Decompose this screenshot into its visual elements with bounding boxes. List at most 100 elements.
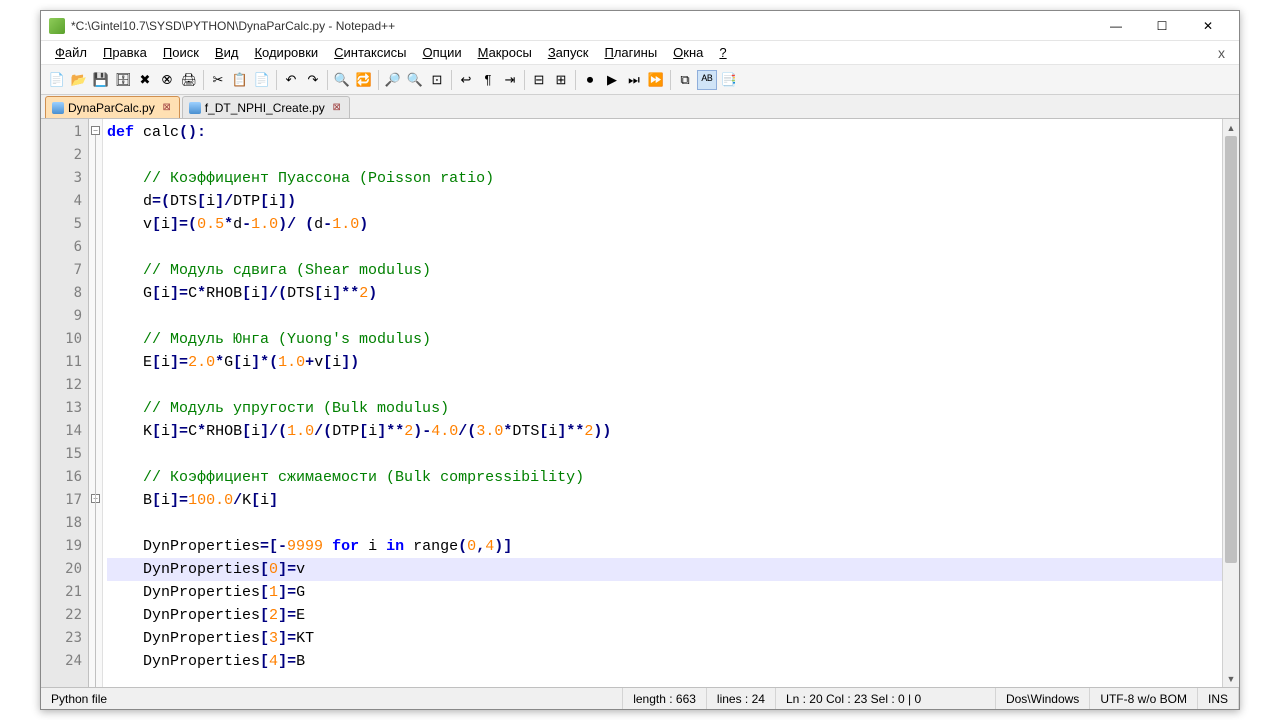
allchars-button[interactable]: ¶ [478,70,498,90]
undo-button[interactable]: ↶ [281,70,301,90]
window-buttons: — ☐ ✕ [1093,11,1231,41]
maximize-button[interactable]: ☐ [1139,11,1185,41]
print-button[interactable]: 🖨 [179,70,199,90]
toolbar-separator [670,70,671,90]
scroll-down-button[interactable]: ▼ [1223,670,1239,687]
fwd-button[interactable]: ⏩ [646,70,666,90]
paste-button[interactable]: 📄 [252,70,272,90]
scroll-thumb[interactable] [1225,136,1237,563]
tab-close-icon[interactable]: ⊠ [331,102,343,114]
closeall-button[interactable]: ⮿ [157,70,177,90]
tab-f_DT_NPHI_Create.py[interactable]: f_DT_NPHI_Create.py⊠ [182,96,350,118]
code-line[interactable]: // Коэффициент сжимаемости (Bulk compres… [107,466,1222,489]
code-line[interactable]: B[i]=100.0/K[i] [107,489,1222,512]
wrap-button[interactable]: ↩ [456,70,476,90]
code-line[interactable]: DynProperties[1]=G [107,581,1222,604]
code-line[interactable]: // Модуль сдвига (Shear modulus) [107,259,1222,282]
menubar-close-icon[interactable]: x [1210,45,1233,61]
toolbar-separator [203,70,204,90]
code-line[interactable]: E[i]=2.0*G[i]*(1.0+v[i]) [107,351,1222,374]
doc-button[interactable]: 📑 [719,70,739,90]
close-button[interactable]: ✕ [1185,11,1231,41]
indent-button[interactable]: ⇥ [500,70,520,90]
app-window: *C:\Gintel10.7\SYSD\PYTHON\DynaParCalc.p… [40,10,1240,710]
replace-button[interactable]: 🔁 [354,70,374,90]
code-line[interactable]: // Модуль Юнга (Yuong's modulus) [107,328,1222,351]
code-line[interactable] [107,305,1222,328]
menu-вид[interactable]: Вид [207,43,247,62]
menu-синтаксисы[interactable]: Синтаксисы [326,43,414,62]
code-line[interactable] [107,374,1222,397]
menu-запуск[interactable]: Запуск [540,43,597,62]
app-icon [49,18,65,34]
zoomin-button[interactable]: 🔎 [383,70,403,90]
menu-плагины[interactable]: Плагины [596,43,665,62]
toolbar-separator [276,70,277,90]
status-position: Ln : 20 Col : 23 Sel : 0 | 0 [776,688,996,709]
save-button[interactable]: 💾 [91,70,111,90]
statusbar: Python file length : 663 lines : 24 Ln :… [41,687,1239,709]
code-line[interactable] [107,144,1222,167]
code-line[interactable]: DynProperties=[-9999 for i in range(0,4)… [107,535,1222,558]
menu-кодировки[interactable]: Кодировки [246,43,326,62]
saveall-button[interactable]: 🗄 [113,70,133,90]
redo-button[interactable]: ↷ [303,70,323,90]
code-line[interactable]: G[i]=C*RHOB[i]/(DTS[i]**2) [107,282,1222,305]
menu-?[interactable]: ? [711,43,734,62]
rec-button[interactable]: ⏺ [580,70,600,90]
code-line[interactable]: v[i]=(0.5*d-1.0)/ (d-1.0) [107,213,1222,236]
menu-правка[interactable]: Правка [95,43,155,62]
tab-close-icon[interactable]: ⊠ [161,102,173,114]
menu-файл[interactable]: Файл [47,43,95,62]
toolbar-separator [575,70,576,90]
code-line[interactable]: def calc(): [107,121,1222,144]
toolbar: 📄📂💾🗄✖⮿🖨✂📋📄↶↷🔍🔁🔎🔍⊡↩¶⇥⊟⊞⏺▶⏭⏩⧉ᴬᴮ📑 [41,65,1239,95]
new-button[interactable]: 📄 [47,70,67,90]
scroll-up-button[interactable]: ▲ [1223,119,1239,136]
code-line[interactable]: DynProperties[0]=v [107,558,1222,581]
fold-button[interactable]: ⊟ [529,70,549,90]
code-line[interactable]: d=(DTS[i]/DTP[i]) [107,190,1222,213]
fit-button[interactable]: ⊡ [427,70,447,90]
code-area[interactable]: def calc(): // Коэффициент Пуассона (Poi… [103,119,1222,687]
find-button[interactable]: 🔍 [332,70,352,90]
menu-окна[interactable]: Окна [665,43,711,62]
minimize-button[interactable]: — [1093,11,1139,41]
zoomout-button[interactable]: 🔍 [405,70,425,90]
copy-button[interactable]: 📋 [230,70,250,90]
menu-поиск[interactable]: Поиск [155,43,207,62]
status-encoding: UTF-8 w/o BOM [1090,688,1198,709]
compare-button[interactable]: ⧉ [675,70,695,90]
scroll-track[interactable] [1223,136,1239,670]
code-line[interactable]: DynProperties[4]=B [107,650,1222,673]
code-line[interactable]: DynProperties[3]=KT [107,627,1222,650]
menubar: ФайлПравкаПоискВидКодировкиСинтаксисыОпц… [41,41,1239,65]
status-filetype: Python file [41,688,623,709]
titlebar: *C:\Gintel10.7\SYSD\PYTHON\DynaParCalc.p… [41,11,1239,41]
fold-column: −− [89,119,103,687]
code-line[interactable] [107,443,1222,466]
code-line[interactable]: // Коэффициент Пуассона (Poisson ratio) [107,167,1222,190]
code-line[interactable]: DynProperties[2]=E [107,604,1222,627]
code-line[interactable]: // Модуль упругости (Bulk modulus) [107,397,1222,420]
unfold-button[interactable]: ⊞ [551,70,571,90]
code-line[interactable] [107,236,1222,259]
tab-DynaParCalc.py[interactable]: DynaParCalc.py ⊠ [45,96,180,118]
open-button[interactable]: 📂 [69,70,89,90]
playall-button[interactable]: ⏭ [624,70,644,90]
close-button[interactable]: ✖ [135,70,155,90]
cut-button[interactable]: ✂ [208,70,228,90]
file-icon [52,102,64,114]
spell-button[interactable]: ᴬᴮ [697,70,717,90]
code-line[interactable] [107,512,1222,535]
tab-label: DynaParCalc.py [68,101,155,115]
toolbar-separator [451,70,452,90]
toolbar-separator [524,70,525,90]
menu-опции[interactable]: Опции [414,43,469,62]
fold-toggle[interactable]: − [91,126,100,135]
code-line[interactable]: K[i]=C*RHOB[i]/(1.0/(DTP[i]**2)-4.0/(3.0… [107,420,1222,443]
play-button[interactable]: ▶ [602,70,622,90]
vertical-scrollbar[interactable]: ▲ ▼ [1222,119,1239,687]
menu-макросы[interactable]: Макросы [470,43,540,62]
toolbar-separator [327,70,328,90]
